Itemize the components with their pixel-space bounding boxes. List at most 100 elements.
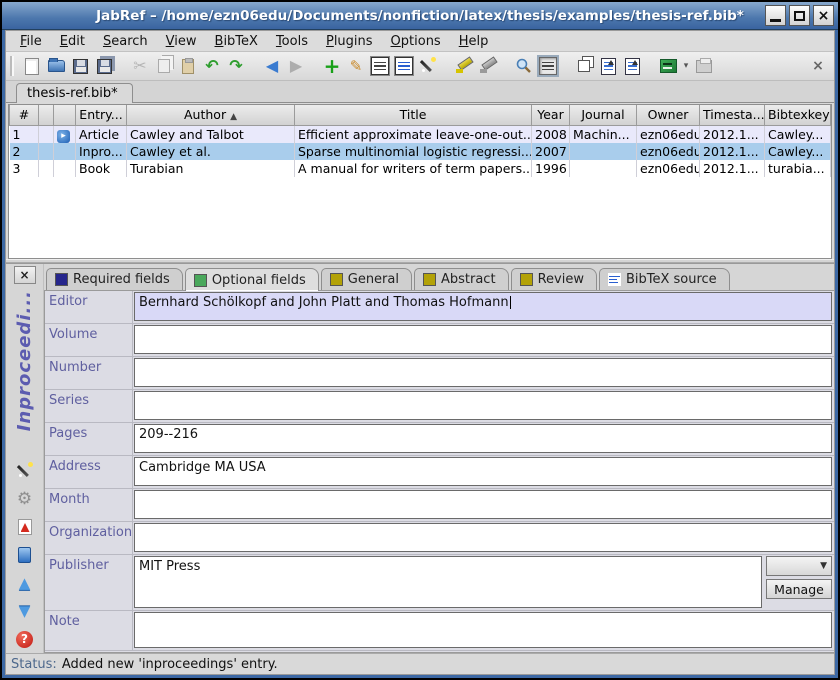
window-title: JabRef – /home/ezn06edu/Documents/nonfic… bbox=[2, 8, 838, 24]
table-row[interactable]: 1 ▸ Article Cawley and Talbot Efficient … bbox=[10, 125, 831, 143]
menu-edit[interactable]: Edit bbox=[52, 32, 93, 51]
generate-key-button[interactable] bbox=[14, 460, 36, 482]
series-field-input[interactable] bbox=[134, 391, 832, 420]
col-header-entrytype[interactable]: Entry... bbox=[76, 105, 127, 125]
col-header-rank[interactable] bbox=[39, 105, 54, 125]
menu-tools[interactable]: Tools bbox=[268, 32, 316, 51]
toggle-groups-button[interactable] bbox=[392, 54, 416, 78]
tab-review[interactable]: Review bbox=[511, 268, 597, 290]
open-pdf-button[interactable] bbox=[14, 516, 36, 538]
save-all-button[interactable] bbox=[92, 54, 116, 78]
autoset-button[interactable]: ⚙ bbox=[14, 488, 36, 510]
edit-entry-button[interactable]: ✎ bbox=[344, 54, 368, 78]
col-header-journal[interactable]: Journal bbox=[570, 105, 637, 125]
redo-button[interactable]: ↷ bbox=[224, 54, 248, 78]
status-bar: Status: Added new 'inproceedings' entry. bbox=[6, 653, 834, 674]
save-icon bbox=[73, 59, 88, 74]
new-file-icon bbox=[25, 58, 39, 75]
col-header-bibtexkey[interactable]: Bibtexkey bbox=[765, 105, 831, 125]
address-field-input[interactable]: Cambridge MA USA bbox=[134, 457, 832, 486]
tab-required-fields[interactable]: Required fields bbox=[46, 268, 183, 290]
file-tab[interactable]: thesis-ref.bib* bbox=[16, 83, 133, 103]
toolbar-drag-handle[interactable] bbox=[10, 56, 14, 76]
open-file-button[interactable] bbox=[44, 54, 68, 78]
publisher-combo-box[interactable]: ▼ bbox=[766, 556, 832, 576]
menu-file[interactable]: File bbox=[12, 32, 50, 51]
duplicate-check-button[interactable] bbox=[572, 54, 596, 78]
col-header-file[interactable] bbox=[54, 105, 76, 125]
field-label: Pages bbox=[45, 423, 133, 455]
save-button[interactable] bbox=[68, 54, 92, 78]
edit-pencil-icon: ✎ bbox=[350, 59, 363, 74]
note-field-input[interactable] bbox=[134, 612, 832, 648]
undo-button[interactable]: ↶ bbox=[200, 54, 224, 78]
volume-field-input[interactable] bbox=[134, 325, 832, 354]
col-header-title[interactable]: Title bbox=[295, 105, 532, 125]
back-button[interactable]: ◀ bbox=[260, 54, 284, 78]
toolbar-close-button[interactable]: × bbox=[806, 54, 830, 78]
preview-pane-toggle-button[interactable] bbox=[536, 54, 560, 78]
cleanup-button[interactable] bbox=[416, 54, 440, 78]
tab-general[interactable]: General bbox=[321, 268, 412, 290]
toggle-preview-button[interactable] bbox=[368, 54, 392, 78]
fetch-web-button-2[interactable] bbox=[620, 54, 644, 78]
open-note-button[interactable] bbox=[14, 544, 36, 566]
col-header-timestamp[interactable]: Timesta... bbox=[700, 105, 765, 125]
new-file-button[interactable] bbox=[20, 54, 44, 78]
cut-button[interactable]: ✂ bbox=[128, 54, 152, 78]
editor-main: Required fields Optional fields General … bbox=[44, 264, 834, 653]
help-button[interactable]: ? bbox=[14, 628, 36, 650]
grey-marker-icon bbox=[480, 59, 496, 73]
menu-search[interactable]: Search bbox=[95, 32, 156, 51]
menu-view[interactable]: View bbox=[158, 32, 205, 51]
menu-bibtex[interactable]: BibTeX bbox=[207, 32, 266, 51]
menu-options[interactable]: Options bbox=[383, 32, 449, 51]
mark-entries-button[interactable] bbox=[452, 54, 476, 78]
table-row[interactable]: 3 Book Turabian A manual for writers of … bbox=[10, 160, 831, 177]
editor-field-input[interactable]: Bernhard Schölkopf and John Platt and Th… bbox=[134, 292, 832, 321]
next-entry-button[interactable]: ▼ bbox=[14, 600, 36, 622]
maximize-icon bbox=[794, 11, 805, 21]
pages-field-input[interactable]: 209--216 bbox=[134, 424, 832, 453]
tab-optional-fields[interactable]: Optional fields bbox=[185, 268, 319, 291]
menu-plugins[interactable]: Plugins bbox=[318, 32, 381, 51]
url-icon[interactable]: ▸ bbox=[57, 130, 70, 143]
fetch-web-button-1[interactable] bbox=[596, 54, 620, 78]
push-to-application-button[interactable] bbox=[656, 54, 680, 78]
maximize-button[interactable] bbox=[789, 5, 810, 26]
window-body: File Edit Search View BibTeX Tools Plugi… bbox=[5, 30, 835, 675]
forward-button[interactable]: ▶ bbox=[284, 54, 308, 78]
field-label: Organization bbox=[45, 522, 133, 554]
close-button[interactable]: × bbox=[813, 5, 834, 26]
previous-entry-button[interactable]: ▲ bbox=[14, 572, 36, 594]
unmark-entries-button[interactable] bbox=[476, 54, 500, 78]
col-header-number[interactable]: # bbox=[10, 105, 39, 125]
col-header-author[interactable]: Author ▲ bbox=[127, 105, 295, 125]
month-field-input[interactable] bbox=[134, 490, 832, 519]
title-bar: JabRef – /home/ezn06edu/Documents/nonfic… bbox=[2, 2, 838, 30]
tab-abstract[interactable]: Abstract bbox=[414, 268, 509, 290]
tab-bibtex-source[interactable]: BibTeX source bbox=[599, 268, 730, 290]
organization-field-input[interactable] bbox=[134, 523, 832, 552]
print-preview-button[interactable] bbox=[692, 54, 716, 78]
copy-button[interactable] bbox=[152, 54, 176, 78]
editor-close-button[interactable]: × bbox=[14, 266, 36, 284]
table-row-selected[interactable]: 2 Inpro... Cawley et al. Sparse multinom… bbox=[10, 143, 831, 160]
paste-button[interactable] bbox=[176, 54, 200, 78]
wand-icon bbox=[419, 57, 437, 75]
manage-button[interactable]: Manage bbox=[766, 579, 832, 599]
publisher-field-input[interactable]: MIT Press bbox=[134, 556, 762, 608]
col-header-owner[interactable]: Owner bbox=[637, 105, 700, 125]
number-field-input[interactable] bbox=[134, 358, 832, 387]
minimize-button[interactable] bbox=[765, 5, 786, 26]
new-entry-button[interactable]: + bbox=[320, 54, 344, 78]
menu-help[interactable]: Help bbox=[451, 32, 497, 51]
push-dropdown-button[interactable]: ▾ bbox=[680, 54, 692, 78]
field-label: Series bbox=[45, 390, 133, 422]
search-button[interactable] bbox=[512, 54, 536, 78]
field-label: Note bbox=[45, 611, 133, 650]
col-header-year[interactable]: Year bbox=[532, 105, 570, 125]
push-latex-icon bbox=[660, 59, 677, 73]
field-row-month: Month bbox=[45, 489, 834, 522]
publisher-side-controls: ▼ Manage bbox=[762, 556, 832, 608]
